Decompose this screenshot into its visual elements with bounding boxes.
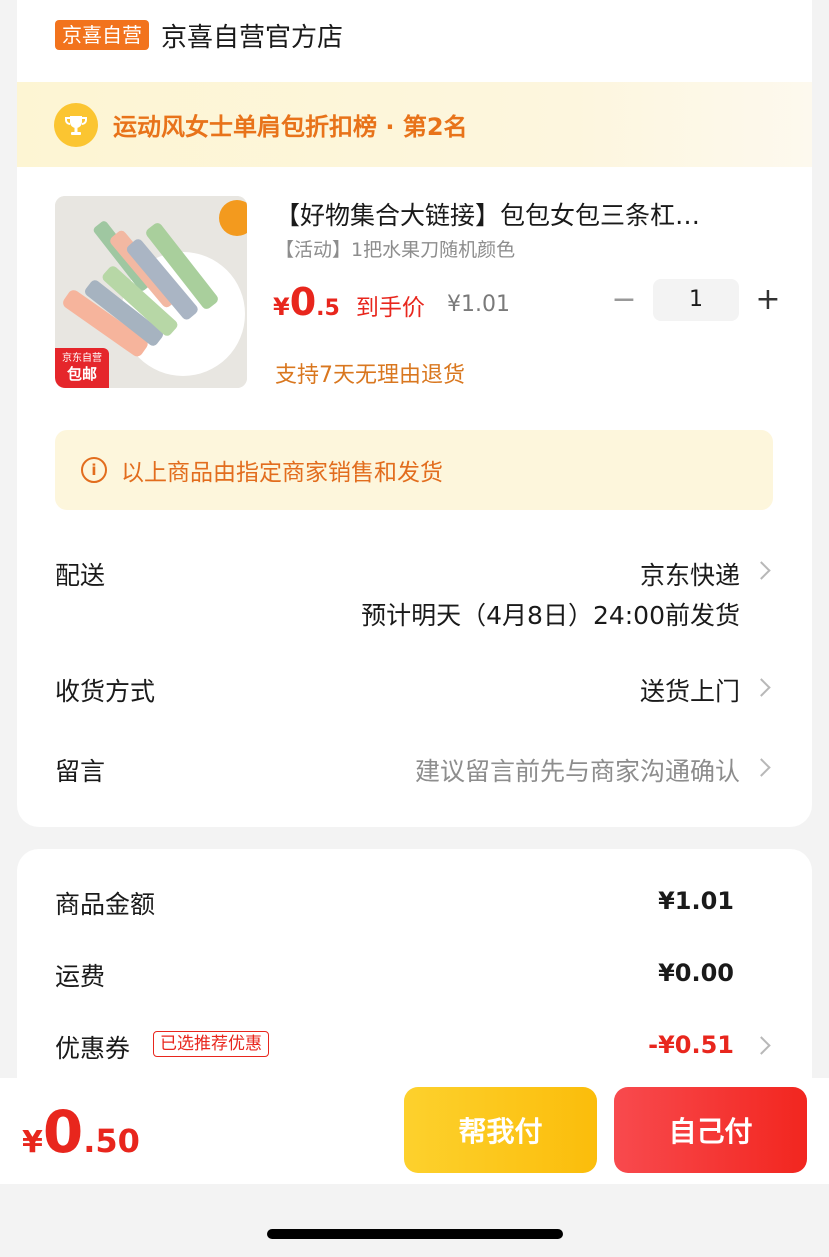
coupon-tag: 已选推荐优惠 xyxy=(153,1031,269,1057)
store-badge: 京喜自营 xyxy=(55,20,149,50)
quantity-stepper: − 1 + xyxy=(609,279,783,321)
product-image[interactable]: 京东自营 包邮 xyxy=(55,196,247,388)
decrease-button[interactable]: − xyxy=(609,280,639,320)
help-pay-button[interactable]: 帮我付 xyxy=(404,1087,597,1173)
freight-label: 运费 xyxy=(55,962,106,991)
price-tag: 到手价 xyxy=(355,295,425,321)
home-indicator[interactable] xyxy=(267,1229,563,1239)
message-chevron-icon[interactable] xyxy=(752,758,771,777)
message-input[interactable]: 建议留言前先与商家沟通确认 xyxy=(415,752,740,788)
rank-banner[interactable]: 运动风女士单肩包折扣榜 · 第2名 xyxy=(17,82,812,167)
original-price: ¥1.01 xyxy=(447,292,510,317)
product-spec[interactable]: 【活动】1把水果刀随机颜色 xyxy=(275,235,515,262)
product-title[interactable]: 【好物集合大链接】包包女包三条杠… xyxy=(275,196,765,232)
price-summary-card: 商品金额 ¥1.01 运费 ¥0.00 优惠券 已选推荐优惠 -¥0.51 xyxy=(17,849,812,1109)
delivery-label: 配送 xyxy=(55,561,106,590)
rank-text: 运动风女士单肩包折扣榜 · 第2名 xyxy=(113,113,468,141)
badge-top-text: 京东自营 xyxy=(62,353,102,364)
price-integer: 0 xyxy=(289,280,317,324)
quantity-input[interactable]: 1 xyxy=(653,279,739,321)
freight-value: ¥0.00 xyxy=(658,959,734,987)
receive-value[interactable]: 送货上门 xyxy=(640,672,740,708)
info-icon: i xyxy=(81,457,107,483)
increase-button[interactable]: + xyxy=(753,280,783,320)
receive-chevron-icon[interactable] xyxy=(752,678,771,697)
total-price: ¥ 0 .50 xyxy=(22,1098,140,1166)
coupon-chevron-icon[interactable] xyxy=(752,1036,771,1055)
coupon-value[interactable]: -¥0.51 xyxy=(648,1031,734,1059)
delivery-method[interactable]: 京东快递 xyxy=(640,556,740,592)
self-pay-button[interactable]: 自己付 xyxy=(614,1087,807,1173)
goods-amount-value: ¥1.01 xyxy=(658,887,734,915)
return-policy: 支持7天无理由退货 xyxy=(275,363,465,388)
receive-label: 收货方式 xyxy=(55,677,156,706)
product-price: ¥ 0 .5 到手价 xyxy=(273,280,425,324)
total-decimal: .50 xyxy=(83,1122,140,1160)
store-name[interactable]: 京喜自营官方店 xyxy=(161,17,343,54)
message-label: 留言 xyxy=(55,757,106,786)
total-integer: 0 xyxy=(42,1098,84,1166)
badge-bottom-text: 包邮 xyxy=(66,365,97,383)
store-header[interactable]: 京喜自营 京喜自营官方店 xyxy=(55,17,343,54)
total-symbol: ¥ xyxy=(22,1125,43,1160)
goods-amount-label: 商品金额 xyxy=(55,890,156,919)
trophy-icon xyxy=(54,102,98,147)
price-decimal: .5 xyxy=(316,296,340,321)
seller-notice: i 以上商品由指定商家销售和发货 xyxy=(55,430,773,510)
notice-text: 以上商品由指定商家销售和发货 xyxy=(121,460,443,486)
free-shipping-badge: 京东自营 包邮 xyxy=(55,348,109,388)
delivery-chevron-icon[interactable] xyxy=(752,561,771,580)
checkout-bar: ¥ 0 .50 帮我付 自己付 xyxy=(0,1078,829,1184)
price-symbol: ¥ xyxy=(273,293,290,321)
delivery-eta: 预计明天（4月8日）24:00前发货 xyxy=(361,601,740,630)
coupon-label: 优惠券 xyxy=(55,1034,131,1063)
order-card: 京喜自营 京喜自营官方店 运动风女士单肩包折扣榜 · 第2名 京东自营 包邮 【… xyxy=(17,0,812,827)
